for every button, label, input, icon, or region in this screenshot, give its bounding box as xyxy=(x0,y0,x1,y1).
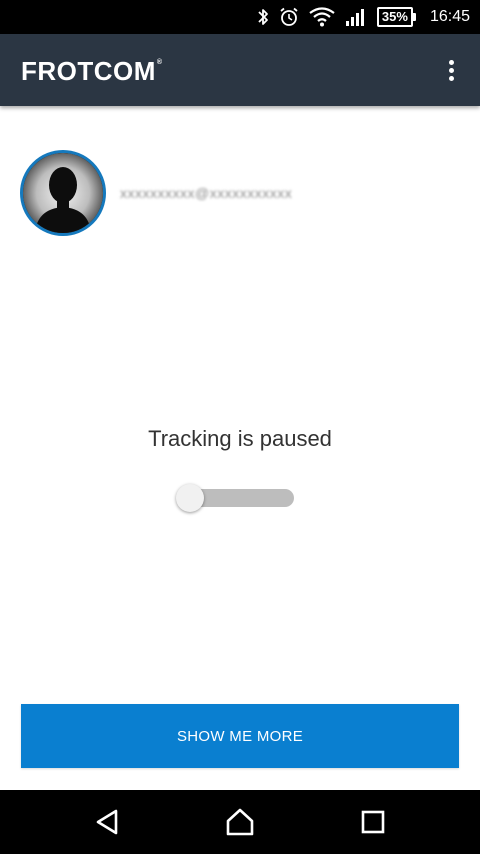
status-bar: 35% 16:45 xyxy=(0,0,480,34)
back-icon[interactable] xyxy=(84,802,132,842)
user-profile: xxxxxxxxxx@xxxxxxxxxxx xyxy=(20,150,292,236)
user-email: xxxxxxxxxx@xxxxxxxxxxx xyxy=(120,185,293,201)
app-bar: FROTCOM® xyxy=(0,34,480,106)
status-time: 16:45 xyxy=(429,8,470,25)
alarm-icon xyxy=(280,7,298,26)
home-icon[interactable] xyxy=(216,802,264,842)
avatar[interactable] xyxy=(20,150,106,236)
signal-icon xyxy=(345,9,364,26)
bluetooth-icon xyxy=(258,9,268,25)
wifi-icon xyxy=(309,7,335,27)
app-logo: FROTCOM® xyxy=(21,56,163,87)
battery-icon: 35% xyxy=(376,7,416,27)
registered-mark: ® xyxy=(156,59,163,66)
status-icons: 35% 16:45 xyxy=(247,0,470,34)
tracking-status-text: Tracking is paused xyxy=(148,426,332,451)
tracking-toggle[interactable] xyxy=(176,484,296,512)
nav-bar xyxy=(0,790,480,854)
app-logo-text: FROTCOM xyxy=(21,56,156,86)
overflow-menu-icon[interactable] xyxy=(436,54,466,86)
screen: 35% 16:45 FROTCOM® xxxxxxxxxx@xxxxxxxxxx… xyxy=(0,0,480,854)
person-silhouette-icon xyxy=(23,153,103,233)
recents-icon[interactable] xyxy=(349,802,397,842)
battery-percent: 35% xyxy=(376,7,413,27)
show-more-button[interactable]: SHOW ME MORE xyxy=(21,704,459,768)
toggle-thumb xyxy=(176,484,204,512)
